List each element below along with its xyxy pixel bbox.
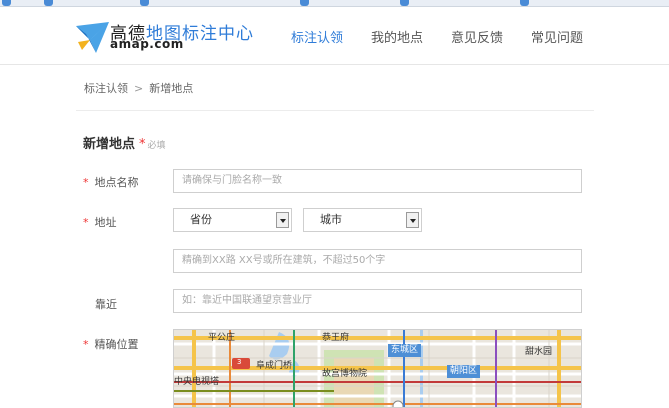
near-label-text: 靠近 (95, 298, 117, 311)
required-hint: 必填 (147, 141, 166, 151)
address-detail-input[interactable]: 精确到XX路 XX号或所在建筑，不超过50个字 (173, 249, 582, 273)
bookmark-icon[interactable] (140, 0, 149, 6)
location-map[interactable]: 平公庄 阜成门桥 恭王府 东城区 甜水园 中央电视塔 故宫博物院 朝阳区 3 (173, 329, 582, 408)
bookmark-icon[interactable] (300, 0, 309, 6)
form-title-text: 新增地点 (83, 137, 136, 152)
name-label-text: 地点名称 (94, 176, 139, 189)
nav-feedback[interactable]: 意见反馈 (451, 27, 503, 46)
breadcrumb-root[interactable]: 标注认领 (84, 82, 128, 95)
name-label: * 地点名称 (83, 174, 139, 190)
map-label: 甜水园 (525, 347, 553, 357)
breadcrumb: 标注认领 > 新增地点 (84, 80, 193, 96)
address-label: * 地址 (83, 214, 117, 230)
map-tiles (174, 330, 581, 407)
chevron-down-icon[interactable] (276, 212, 289, 228)
nav-faq[interactable]: 常见问题 (531, 27, 583, 46)
breadcrumb-current: 新增地点 (149, 82, 194, 95)
near-input[interactable]: 如：靠近中国联通望京营业厅 (173, 289, 582, 313)
map-district-label: 朝阳区 (447, 365, 481, 378)
amap-logo-icon[interactable] (74, 20, 112, 56)
place-name-input[interactable]: 请确保与门脸名称一致 (173, 169, 582, 193)
map-label: 平公庄 (208, 333, 236, 343)
chevron-down-icon[interactable] (406, 212, 419, 228)
required-star: * (83, 176, 89, 189)
browser-bookmarks-bar (0, 0, 669, 7)
map-label: 阜成门桥 (256, 361, 293, 371)
bookmark-icon[interactable] (2, 0, 11, 6)
nav-claim-label[interactable]: 标注认领 (291, 27, 343, 46)
bookmark-icon[interactable] (400, 0, 409, 6)
province-select-value: 省份 (190, 213, 212, 226)
city-select-value: 城市 (320, 213, 342, 226)
nav-my-places[interactable]: 我的地点 (371, 27, 423, 46)
city-select[interactable]: 城市 (303, 208, 422, 232)
map-label: 恭王府 (322, 333, 350, 343)
breadcrumb-separator: > (134, 82, 144, 95)
brand-domain: amap.com (110, 37, 184, 51)
required-star: * (83, 216, 89, 229)
required-star: * (83, 338, 89, 351)
address-label-text: 地址 (94, 216, 117, 229)
required-star: * (139, 137, 146, 152)
location-label-text: 精确位置 (94, 338, 139, 351)
map-district-label: 东城区 (388, 344, 422, 357)
near-label: 靠近 (95, 296, 117, 312)
map-label: 故宫博物院 (322, 369, 368, 379)
form-title: 新增地点 * 必填 (83, 133, 166, 152)
bookmark-icon[interactable] (520, 0, 529, 6)
divider (76, 110, 594, 111)
bookmark-icon[interactable] (44, 0, 53, 6)
map-label: 中央电视塔 (174, 377, 220, 387)
location-label: * 精确位置 (83, 336, 139, 352)
site-header: 高德地图标注中心 amap.com 标注认领 我的地点 意见反馈 常见问题 (0, 7, 669, 65)
province-select[interactable]: 省份 (173, 208, 292, 232)
road-number-sign: 3 (237, 358, 242, 366)
